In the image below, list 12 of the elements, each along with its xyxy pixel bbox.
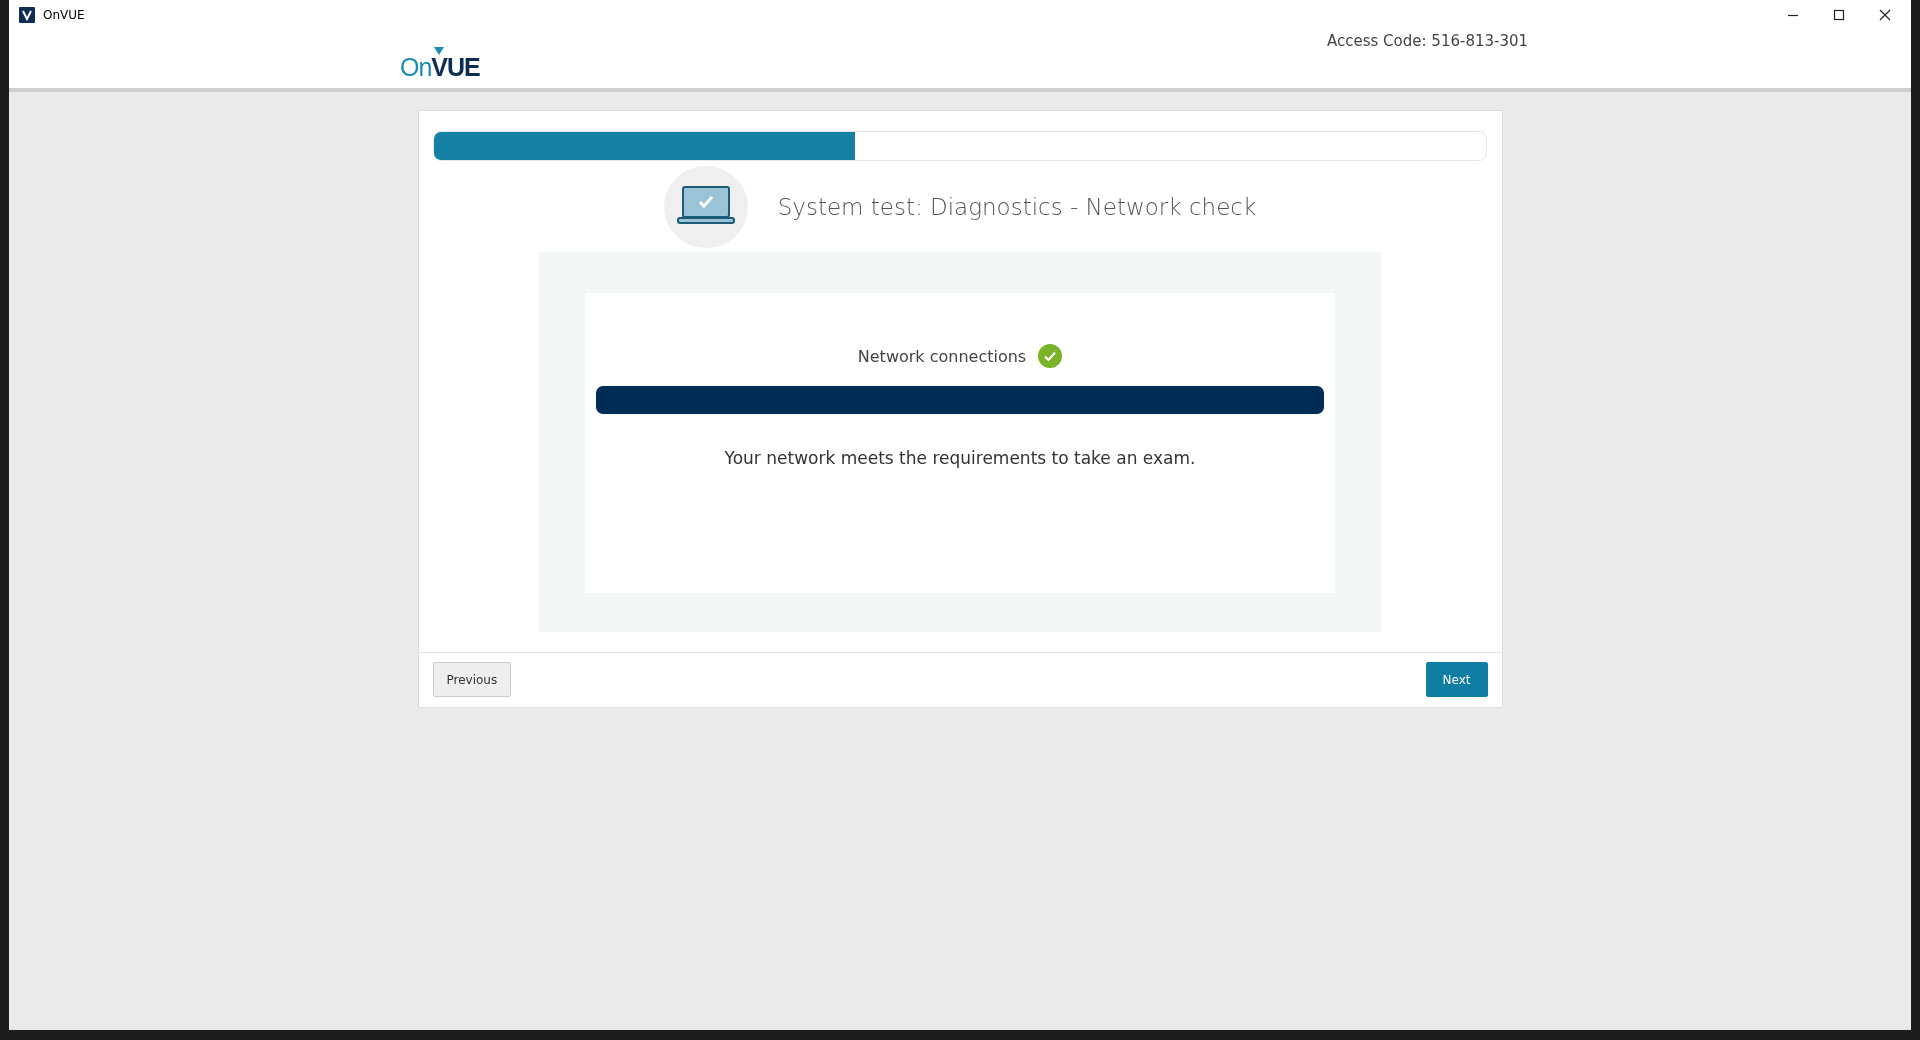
access-code: Access Code: 516-813-301: [1327, 32, 1529, 50]
close-icon[interactable]: [1879, 9, 1891, 21]
step-title: System test: Diagnostics - Network check: [777, 194, 1257, 220]
app-logo-icon: [19, 7, 35, 23]
previous-button[interactable]: Previous: [432, 662, 512, 697]
check-label: Network connections: [857, 346, 1027, 366]
result-message: Your network meets the requirements to take an exam.: [724, 448, 1196, 468]
next-button[interactable]: Next: [1425, 662, 1488, 697]
onvue-logo: OnVUE: [400, 47, 480, 80]
laptop-check-icon: [663, 165, 748, 249]
maximize-icon[interactable]: [1833, 9, 1845, 21]
window-title: OnVUE: [43, 8, 85, 22]
